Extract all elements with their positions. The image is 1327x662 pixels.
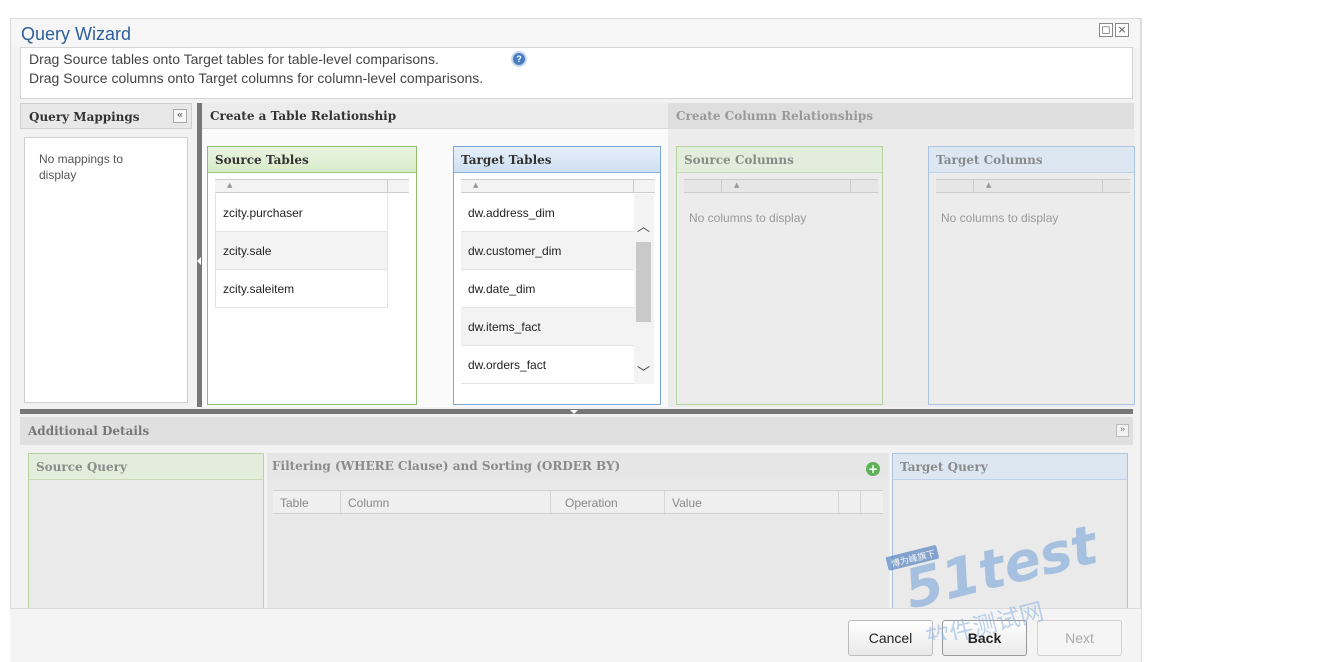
column-header-table[interactable]: Table [273, 491, 341, 515]
next-button[interactable]: Next [1037, 620, 1122, 656]
sort-asc-icon: ▲ [227, 181, 233, 189]
instruction-line-2: Drag Source columns onto Target columns … [29, 70, 484, 86]
cancel-button[interactable]: Cancel [848, 620, 933, 656]
source-columns-title: Source Columns [677, 147, 882, 173]
column-header-operation[interactable]: Operation [551, 491, 665, 515]
source-table-row[interactable]: zcity.sale [215, 232, 388, 270]
query-mappings-header: Query Mappings « [20, 103, 192, 129]
no-target-columns-text: No columns to display [941, 211, 1059, 225]
source-tables-panel: Source Tables ▲ zcity.purchaser zcity.sa… [207, 146, 417, 405]
chevron-down-icon[interactable]: ﹀ [637, 362, 650, 381]
target-columns-title: Target Columns [929, 147, 1134, 173]
additional-details-title: Additional Details [28, 424, 150, 438]
target-table-row[interactable]: dw.orders_fact [461, 346, 634, 384]
scroll-thumb[interactable] [636, 242, 651, 322]
query-mappings-panel: No mappings to display [24, 137, 188, 403]
target-columns-panel: Target Columns ▲ No columns to display [928, 146, 1135, 405]
target-tables-title: Target Tables [454, 147, 660, 173]
back-button[interactable]: Back [942, 620, 1027, 656]
instruction-line-1: Drag Source tables onto Target tables fo… [29, 51, 439, 67]
additional-details-header[interactable]: Additional Details » [20, 417, 1133, 445]
source-table-row[interactable]: zcity.purchaser [215, 194, 388, 232]
source-columns-panel: Source Columns ▲ No columns to display [676, 146, 883, 405]
source-tables-column-header[interactable]: ▲ [215, 179, 409, 193]
target-table-row[interactable]: dw.address_dim [461, 194, 634, 232]
window-title: Query Wizard [21, 24, 132, 44]
source-tables-title: Source Tables [208, 147, 416, 173]
source-columns-column-header: ▲ [684, 179, 878, 193]
plus-circle-icon[interactable]: + [866, 462, 880, 476]
column-header-column[interactable]: Column [341, 491, 551, 515]
source-query-panel: Source Query [28, 453, 264, 611]
target-table-row[interactable]: dw.customer_dim [461, 232, 634, 270]
table-relationship-header: Create a Table Relationship [202, 103, 668, 129]
query-mappings-title: Query Mappings [29, 110, 140, 124]
sort-asc-icon: ▲ [473, 181, 479, 189]
sort-asc-icon: ▲ [734, 181, 740, 189]
filter-grid-header: Table Column Operation Value [273, 490, 883, 515]
target-columns-column-header: ▲ [936, 179, 1130, 193]
target-table-row[interactable]: dw.date_dim [461, 270, 634, 308]
help-icon[interactable]: ? [511, 51, 527, 67]
collapse-icon[interactable]: « [173, 109, 187, 123]
no-source-columns-text: No columns to display [689, 211, 807, 225]
target-tables-panel: Target Tables ▲ dw.address_dim dw.custom… [453, 146, 661, 405]
column-relationships-area: Source Columns ▲ No columns to display T… [668, 129, 1135, 407]
title-bar: Query Wizard ◻ × [11, 19, 1140, 47]
instructions-box: Drag Source tables onto Target tables fo… [20, 47, 1133, 99]
chevron-up-icon[interactable]: ︿ [637, 216, 650, 235]
sort-asc-icon: ▲ [986, 181, 992, 189]
query-wizard-window: Query Wizard ◻ × Drag Source tables onto… [10, 18, 1141, 662]
source-query-title: Source Query [29, 454, 263, 480]
column-header-value[interactable]: Value [665, 491, 839, 515]
close-icon[interactable]: × [1115, 23, 1129, 37]
splitter-down-icon[interactable] [570, 410, 578, 414]
target-query-panel: Target Query [892, 453, 1128, 611]
no-mappings-text: No mappings to display [39, 152, 124, 182]
target-tables-scrollbar[interactable]: ︿ ﹀ [634, 194, 654, 384]
column-relationships-header: Create Column Relationships [668, 103, 1134, 129]
source-table-row[interactable]: zcity.saleitem [215, 270, 388, 308]
target-table-row[interactable]: dw.items_fact [461, 308, 634, 346]
restore-icon[interactable]: ◻ [1099, 23, 1113, 37]
target-tables-column-header[interactable]: ▲ [461, 179, 655, 193]
filtering-header: Filtering (WHERE Clause) and Sorting (OR… [267, 453, 889, 479]
splitter-arrow-icon[interactable] [197, 257, 201, 265]
target-query-title: Target Query [893, 454, 1127, 480]
table-relationship-area: Source Tables ▲ zcity.purchaser zcity.sa… [202, 129, 668, 407]
expand-icon[interactable]: » [1116, 424, 1129, 437]
